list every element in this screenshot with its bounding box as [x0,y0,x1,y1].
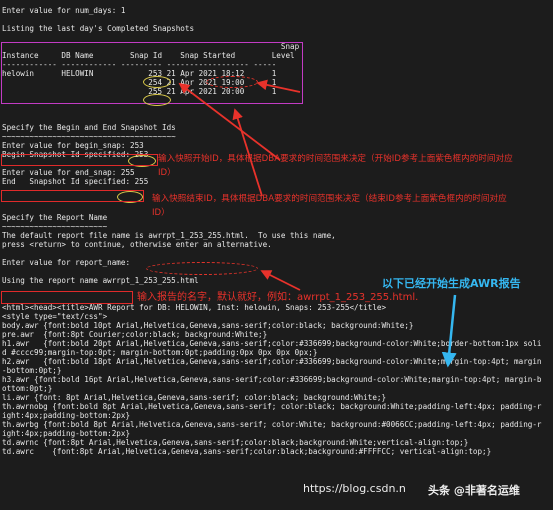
watermark-url: https://blog.csdn.n [303,482,406,495]
arrow-to-snap-253 [178,82,281,161]
arrow-awr-start [441,294,457,368]
watermark-label: 头条 @非著名运维 [428,484,520,497]
report-name-annotation: 输入报告的名字，默认就好，例如：awrrpt_1_253_255.html. [137,292,419,303]
terminal-window[interactable]: Enter value for num_days: 1 Listing the l… [0,0,553,510]
end-snap-annotation-line1: 输入快照结束ID，具体根据DBA要求的时间范围来决定（结束ID参考上面紫色框内的… [152,194,507,204]
arrow-to-report-default [260,270,301,291]
begin-snap-annotation-line1: 输入快照开始ID，具体根据DBA要求的时间范围来决定（开始ID参考上面紫色框内的… [158,154,513,164]
end-snap-annotation-line2: ID） [152,208,170,218]
awr-generation-annotation: 以下已经开始生成AWR报告 [382,277,521,290]
begin-snap-annotation-line2: ID） [158,168,176,178]
arrow-to-snap-time [256,79,301,93]
annotation-arrows [178,79,457,368]
